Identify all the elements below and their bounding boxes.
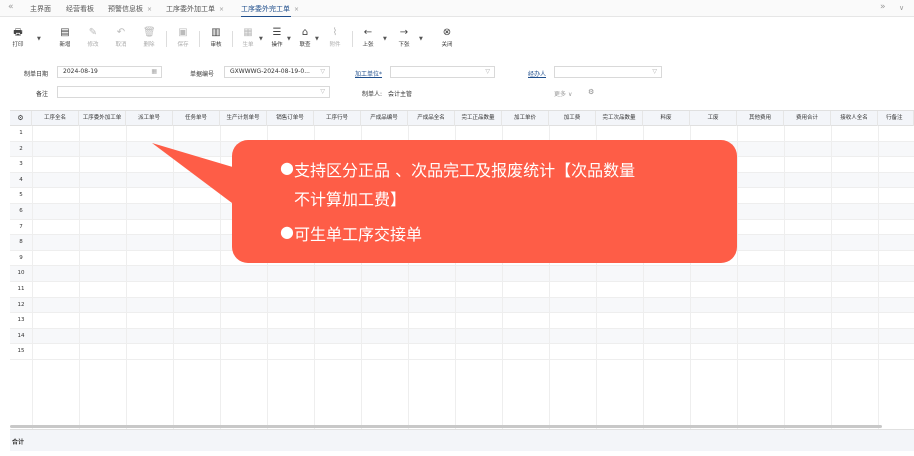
bullet-icon: ● — [280, 158, 294, 177]
feature-callout: ● 支持区分正品 、次品完工及报废统计【次品数量 不计算加工费】 ● 可生单工序… — [232, 140, 737, 263]
callout-line-2: 可生单工序交接单 — [294, 225, 423, 244]
bullet-icon: ● — [280, 222, 294, 241]
callout-line-1b: 不计算加工费】 — [294, 190, 407, 209]
callout-line-1: 支持区分正品 、次品完工及报废统计【次品数量 — [294, 161, 636, 180]
